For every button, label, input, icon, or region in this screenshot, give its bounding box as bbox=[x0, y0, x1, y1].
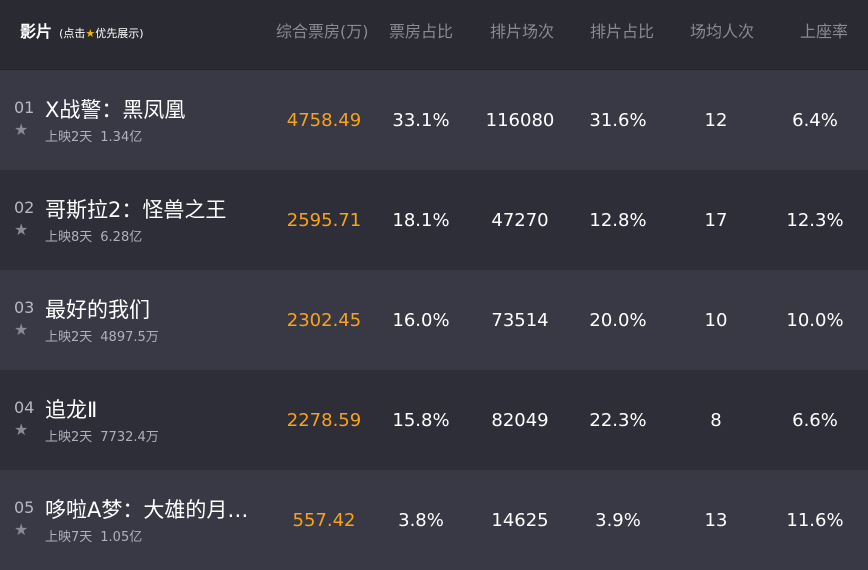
occupancy-value: 11.6% bbox=[786, 510, 844, 531]
rank-number: 04 bbox=[14, 398, 35, 417]
show-share-value: 31.6% bbox=[589, 110, 647, 131]
column-header-show-share[interactable]: 排片占比 bbox=[590, 18, 654, 42]
column-header-avg-people[interactable]: 场均人次 bbox=[690, 18, 754, 42]
table-row[interactable]: 04 ★ 追龙Ⅱ 上映2天 7732.4万 2278.59 15.8% 82049… bbox=[0, 370, 868, 470]
star-icon[interactable]: ★ bbox=[14, 120, 28, 139]
box-office-value: 557.42 bbox=[292, 510, 356, 531]
release-info: 上映2天 1.34亿 bbox=[45, 130, 143, 145]
star-icon: ★ bbox=[85, 27, 96, 40]
box-share-value: 18.1% bbox=[392, 210, 450, 231]
occupancy-value: 6.4% bbox=[792, 110, 838, 131]
box-share-value: 16.0% bbox=[392, 310, 450, 331]
table-row[interactable]: 05 ★ 哆啦A梦：大雄的月… 上映7天 1.05亿 557.42 3.8% 14… bbox=[0, 470, 868, 570]
show-share-value: 22.3% bbox=[589, 410, 647, 431]
release-info: 上映2天 4897.5万 bbox=[45, 330, 159, 345]
film-title[interactable]: 最好的我们 bbox=[45, 294, 150, 324]
box-share-value: 33.1% bbox=[392, 110, 450, 131]
release-info: 上映8天 6.28亿 bbox=[45, 230, 143, 245]
film-title[interactable]: 追龙Ⅱ bbox=[45, 394, 97, 424]
column-header-occupancy[interactable]: 上座率 bbox=[800, 18, 848, 42]
avg-people-value: 13 bbox=[704, 510, 728, 531]
shows-value: 116080 bbox=[485, 110, 555, 131]
column-header-box-office[interactable]: 综合票房(万) bbox=[276, 18, 369, 42]
film-title[interactable]: X战警：黑凤凰 bbox=[45, 94, 185, 124]
occupancy-value: 12.3% bbox=[786, 210, 844, 231]
shows-value: 14625 bbox=[491, 510, 549, 531]
rank-number: 03 bbox=[14, 298, 35, 317]
release-info: 上映2天 7732.4万 bbox=[45, 430, 159, 445]
priority-hint: (点击★优先展示) bbox=[59, 27, 144, 40]
film-column-header[interactable]: 影片 (点击★优先展示) bbox=[20, 18, 144, 42]
rank-number: 01 bbox=[14, 98, 35, 117]
release-info: 上映7天 1.05亿 bbox=[45, 530, 143, 545]
star-icon[interactable]: ★ bbox=[14, 420, 28, 439]
star-icon[interactable]: ★ bbox=[14, 520, 28, 539]
table-row[interactable]: 02 ★ 哥斯拉2：怪兽之王 上映8天 6.28亿 2595.71 18.1% 4… bbox=[0, 170, 868, 270]
show-share-value: 20.0% bbox=[589, 310, 647, 331]
occupancy-value: 6.6% bbox=[792, 410, 838, 431]
avg-people-value: 8 bbox=[710, 410, 722, 431]
occupancy-value: 10.0% bbox=[786, 310, 844, 331]
column-header-shows[interactable]: 排片场次 bbox=[490, 18, 554, 42]
avg-people-value: 12 bbox=[704, 110, 728, 131]
shows-value: 47270 bbox=[491, 210, 549, 231]
column-header-box-share[interactable]: 票房占比 bbox=[389, 18, 453, 42]
box-share-value: 3.8% bbox=[398, 510, 444, 531]
avg-people-value: 10 bbox=[704, 310, 728, 331]
rank-number: 05 bbox=[14, 498, 35, 517]
film-title[interactable]: 哆啦A梦：大雄的月… bbox=[45, 494, 248, 524]
table-row[interactable]: 01 ★ X战警：黑凤凰 上映2天 1.34亿 4758.49 33.1% 116… bbox=[0, 70, 868, 170]
shows-value: 73514 bbox=[491, 310, 549, 331]
show-share-value: 12.8% bbox=[589, 210, 647, 231]
box-office-value: 4758.49 bbox=[286, 110, 362, 131]
show-share-value: 3.9% bbox=[595, 510, 641, 531]
table-row[interactable]: 03 ★ 最好的我们 上映2天 4897.5万 2302.45 16.0% 735… bbox=[0, 270, 868, 370]
box-office-value: 2278.59 bbox=[286, 410, 362, 431]
star-icon[interactable]: ★ bbox=[14, 320, 28, 339]
film-title[interactable]: 哥斯拉2：怪兽之王 bbox=[45, 194, 226, 224]
avg-people-value: 17 bbox=[704, 210, 728, 231]
shows-value: 82049 bbox=[491, 410, 549, 431]
film-header-title: 影片 bbox=[20, 22, 53, 41]
box-office-value: 2595.71 bbox=[286, 210, 362, 231]
box-share-value: 15.8% bbox=[392, 410, 450, 431]
table-header: 影片 (点击★优先展示) 综合票房(万) 票房占比 排片场次 排片占比 场均人次… bbox=[0, 0, 868, 70]
star-icon[interactable]: ★ bbox=[14, 220, 28, 239]
box-office-value: 2302.45 bbox=[286, 310, 362, 331]
rank-number: 02 bbox=[14, 198, 35, 217]
box-office-board: 影片 (点击★优先展示) 综合票房(万) 票房占比 排片场次 排片占比 场均人次… bbox=[0, 0, 868, 570]
